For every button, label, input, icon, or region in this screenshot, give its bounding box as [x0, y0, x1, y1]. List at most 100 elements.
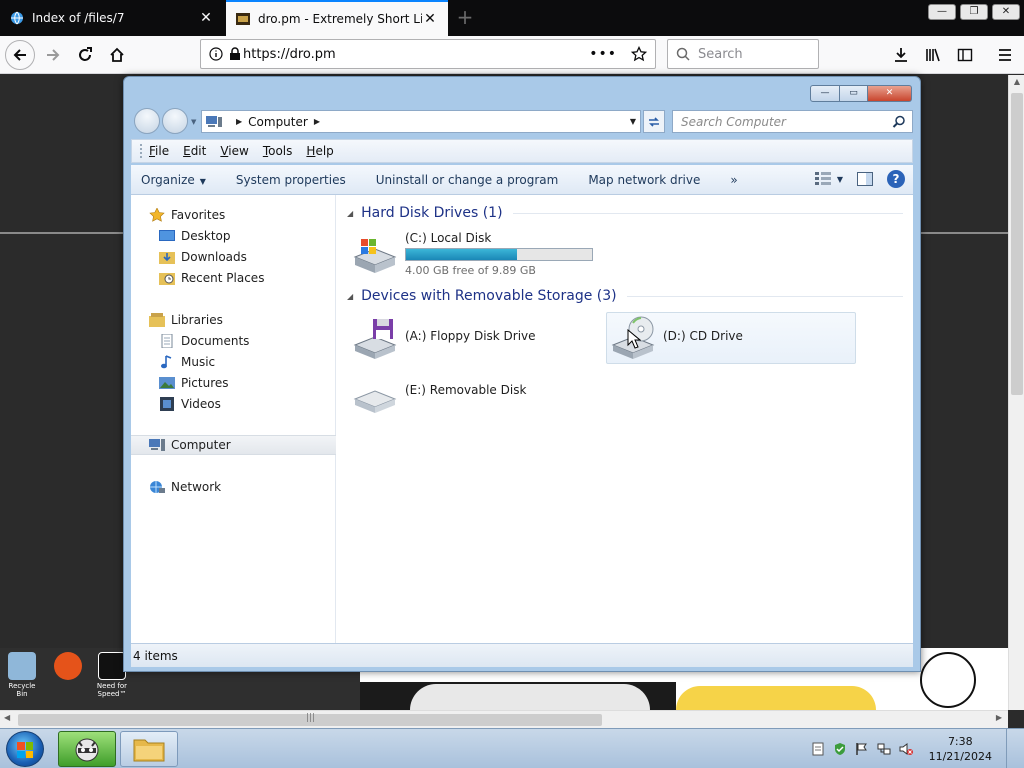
taskbar-clock[interactable]: 7:38 11/21/2024 [929, 734, 992, 764]
star-icon [149, 208, 165, 222]
view-controls: ▼ ? [814, 170, 905, 188]
pictures-icon [159, 377, 175, 389]
uninstall-program-button[interactable]: Uninstall or change a program [376, 173, 559, 187]
taskbar-explorer-button[interactable] [120, 731, 178, 767]
sidebar-button[interactable] [950, 40, 980, 70]
downloads-button[interactable] [886, 40, 916, 70]
security-shield-icon[interactable] [833, 742, 847, 756]
scroll-up-icon[interactable]: ▲ [1009, 77, 1024, 86]
clipboard-icon[interactable] [811, 742, 825, 756]
explorer-forward-button[interactable] [162, 108, 188, 134]
tab-close-icon[interactable]: ✕ [422, 11, 438, 27]
home-icon [110, 47, 124, 62]
nav-pictures[interactable]: Pictures [131, 373, 336, 393]
action-center-flag-icon[interactable] [855, 742, 869, 756]
collapse-triangle-icon[interactable]: ◢ [347, 292, 353, 301]
browser-search-bar[interactable]: Search [667, 39, 819, 69]
explorer-minimize-button[interactable]: — [810, 85, 840, 102]
dro-pm-favicon-icon [236, 13, 250, 25]
group-header-removable[interactable]: ◢ Devices with Removable Storage (3) [347, 288, 903, 304]
info-icon[interactable] [209, 47, 223, 61]
tab-index-files[interactable]: Index of /files/7 ✕ [0, 0, 224, 36]
tab-close-icon[interactable]: ✕ [198, 10, 214, 26]
bookmark-star-icon[interactable] [631, 46, 647, 62]
explorer-close-button[interactable]: ✕ [868, 85, 912, 102]
nav-recent-places[interactable]: Recent Places [131, 268, 336, 288]
address-dropdown-icon[interactable]: ▼ [630, 117, 636, 126]
start-button[interactable] [6, 731, 44, 767]
back-button[interactable] [5, 40, 35, 70]
drive-e-removable[interactable]: (E:) Removable Disk [351, 373, 601, 417]
drive-c-usage-bar [405, 248, 593, 261]
network-status-icon[interactable] [877, 742, 891, 756]
explorer-back-button[interactable] [134, 108, 160, 134]
menu-edit[interactable]: Edit [183, 144, 206, 158]
show-desktop-button[interactable] [1006, 729, 1018, 768]
refresh-button[interactable] [643, 110, 665, 133]
search-icon[interactable] [892, 115, 906, 129]
browser-restore-button[interactable]: ❐ [960, 4, 988, 20]
drive-a-floppy[interactable]: (A:) Floppy Disk Drive [351, 315, 601, 365]
address-bar[interactable]: ▶ Computer ▶ ▼ [201, 110, 641, 133]
group-header-hard-disks[interactable]: ◢ Hard Disk Drives (1) [347, 205, 903, 221]
scroll-thumb[interactable] [1011, 93, 1023, 395]
taskbar-firefox-button[interactable] [58, 731, 116, 767]
nav-libraries[interactable]: Libraries [131, 310, 336, 330]
nav-music[interactable]: Music [131, 352, 336, 372]
documents-icon [161, 334, 173, 348]
chevron-down-icon: ▼ [199, 176, 206, 186]
home-button[interactable] [102, 40, 132, 70]
app-circle-icon [54, 652, 82, 680]
nav-documents[interactable]: Documents [131, 331, 336, 351]
explorer-maximize-button[interactable]: ▭ [840, 85, 868, 102]
organize-button[interactable]: Organize ▼ [141, 173, 206, 187]
reload-button[interactable] [70, 40, 100, 70]
nav-desktop[interactable]: Desktop [131, 226, 336, 246]
menu-help[interactable]: Help [306, 144, 333, 158]
forward-button[interactable] [38, 40, 68, 70]
floppy-drive-icon [353, 319, 397, 359]
menu-tools[interactable]: Tools [263, 144, 293, 158]
collapse-triangle-icon[interactable]: ◢ [347, 209, 353, 218]
recent-pages-dropdown-icon[interactable]: ▼ [191, 118, 196, 126]
scroll-right-icon[interactable]: ▶ [996, 713, 1002, 722]
nav-videos[interactable]: Videos [131, 394, 336, 414]
scroll-left-icon[interactable]: ◀ [4, 713, 10, 722]
browser-close-button[interactable]: ✕ [992, 4, 1020, 20]
menu-file[interactable]: File [149, 144, 169, 158]
new-tab-button[interactable]: + [452, 4, 478, 30]
library-button[interactable] [918, 40, 948, 70]
downloads-folder-icon [159, 252, 175, 264]
system-properties-button[interactable]: System properties [236, 173, 346, 187]
help-icon[interactable]: ? [887, 170, 905, 188]
url-bar[interactable]: https://dro.pm ••• [200, 39, 656, 69]
lock-icon[interactable] [229, 47, 241, 61]
drive-c-details: (C:) Local Disk 4.00 GB free of 9.89 GB [405, 231, 593, 277]
map-network-drive-button[interactable]: Map network drive [588, 173, 700, 187]
menu-view[interactable]: View [220, 144, 248, 158]
raccoon-app-icon [75, 738, 99, 762]
drive-c-local-disk[interactable]: (C:) Local Disk 4.00 GB free of 9.89 GB [351, 231, 611, 277]
page-vertical-scrollbar[interactable]: ▲ [1008, 75, 1024, 710]
more-commands-button[interactable]: » [730, 173, 737, 187]
change-view-button[interactable]: ▼ [814, 172, 843, 186]
nav-favorites[interactable]: Favorites [131, 205, 336, 225]
page-actions-button[interactable]: ••• [589, 46, 617, 62]
breadcrumb-arrow-icon[interactable]: ▶ [314, 117, 320, 126]
drive-d-cd[interactable]: (D:) CD Drive [606, 312, 856, 364]
breadcrumb-arrow-icon[interactable]: ▶ [236, 117, 242, 126]
preview-pane-icon[interactable] [857, 172, 873, 186]
breadcrumb-computer[interactable]: Computer [248, 115, 308, 129]
tab-dro-pm[interactable]: dro.pm - Extremely Short Links ✕ [226, 0, 448, 36]
nav-network[interactable]: Network [131, 477, 336, 497]
volume-muted-icon[interactable] [899, 742, 913, 756]
explorer-search-input[interactable]: Search Computer [672, 110, 913, 133]
menu-button[interactable] [990, 40, 1020, 70]
nav-downloads[interactable]: Downloads [131, 247, 336, 267]
sidebar-icon [957, 48, 973, 62]
browser-minimize-button[interactable]: — [928, 4, 956, 20]
nav-computer[interactable]: Computer [131, 435, 336, 455]
menu-bar: File Edit View Tools Help [131, 139, 913, 163]
search-placeholder: Search Computer [681, 114, 786, 129]
page-horizontal-scrollbar[interactable]: ◀ ||| ▶ [0, 710, 1008, 728]
